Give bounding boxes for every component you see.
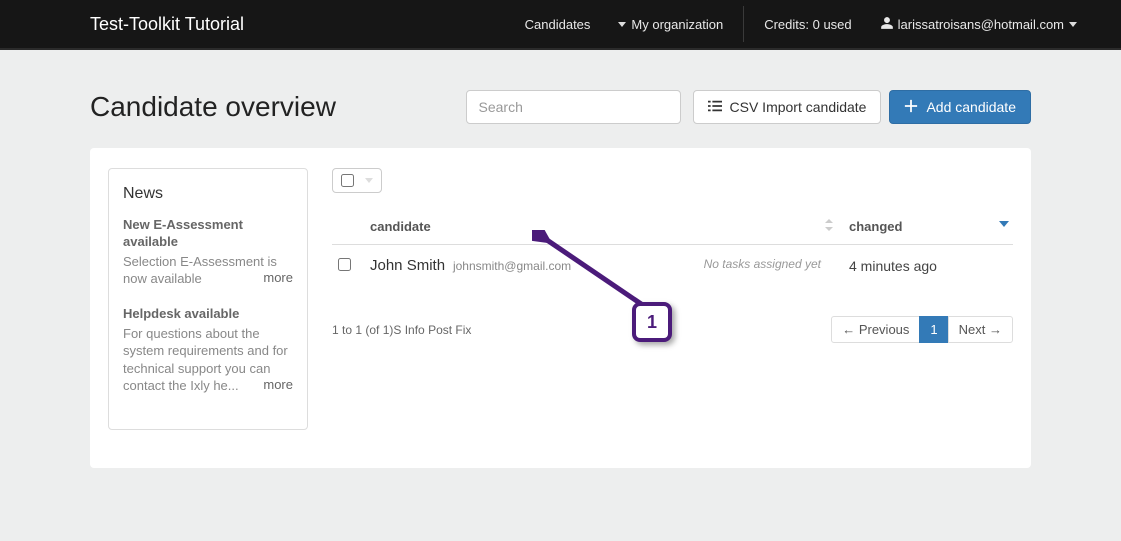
row-checkbox[interactable] <box>338 258 351 271</box>
footer-suffix: S Info Post Fix <box>393 323 471 337</box>
list-icon <box>708 99 730 116</box>
news-box: News New E-Assessment available Selectio… <box>108 168 308 430</box>
candidate-changed: 4 minutes ago <box>843 245 1013 287</box>
pager-page-1[interactable]: 1 <box>919 316 948 343</box>
sort-icon <box>825 219 833 231</box>
main-panel: News New E-Assessment available Selectio… <box>90 148 1031 468</box>
brand-title: Test-Toolkit Tutorial <box>90 14 244 35</box>
nav-candidates[interactable]: Candidates <box>511 0 605 49</box>
nav-my-organization[interactable]: My organization <box>604 0 737 49</box>
bulk-select-dropdown[interactable] <box>332 168 382 193</box>
pager-next[interactable]: Next → <box>948 316 1013 343</box>
table-footer: 1 to 1 (of 1) S Info Post Fix ← Previous… <box>332 316 1013 343</box>
caret-down-icon <box>365 178 373 183</box>
candidate-name: John Smith <box>370 257 445 274</box>
nav-credits[interactable]: Credits: 0 used <box>750 0 865 49</box>
col-candidate-header[interactable]: candidate <box>364 211 843 245</box>
news-item-title: New E-Assessment available <box>123 217 293 251</box>
user-icon <box>880 16 898 33</box>
news-item-more-link[interactable]: more <box>263 377 293 392</box>
news-item: New E-Assessment available Selection E-A… <box>123 217 293 288</box>
news-item-title: Helpdesk available <box>123 306 293 323</box>
plus-icon <box>904 99 926 116</box>
csv-import-button[interactable]: CSV Import candidate <box>693 90 882 124</box>
pager: ← Previous 1 Next → <box>831 316 1013 343</box>
add-candidate-label: Add candidate <box>926 99 1016 115</box>
top-navbar: Test-Toolkit Tutorial Candidates My orga… <box>0 0 1121 50</box>
candidates-table: candidate changed <box>332 211 1013 286</box>
bulk-select-checkbox[interactable] <box>341 174 354 187</box>
news-heading: News <box>123 185 293 203</box>
nav-user-menu[interactable]: larissatroisans@hotmail.com <box>866 0 1091 49</box>
nav-user-email: larissatroisans@hotmail.com <box>898 17 1064 32</box>
news-item-body: Selection E-Assessment is now available <box>123 254 277 287</box>
page-body: Candidate overview CSV Import candidate … <box>0 50 1121 468</box>
page-title: Candidate overview <box>90 91 336 123</box>
news-item-more-link[interactable]: more <box>263 270 293 285</box>
add-candidate-button[interactable]: Add candidate <box>889 90 1031 124</box>
candidate-tasks-status: No tasks assigned yet <box>704 257 837 271</box>
nav-separator <box>743 6 744 42</box>
nav-my-org-label: My organization <box>631 17 723 32</box>
caret-down-icon <box>618 22 626 27</box>
filter-caret-icon <box>999 221 1009 227</box>
caret-down-icon <box>1069 22 1077 27</box>
table-area: candidate changed <box>332 168 1013 440</box>
col-checkbox-header <box>332 211 364 245</box>
col-changed-header[interactable]: changed <box>843 211 1013 245</box>
page-header: Candidate overview CSV Import candidate … <box>90 90 1031 124</box>
csv-import-label: CSV Import candidate <box>730 99 867 115</box>
footer-count: 1 to 1 (of 1) <box>332 323 393 337</box>
nav-candidates-label: Candidates <box>525 17 591 32</box>
nav-credits-label: Credits: 0 used <box>764 17 851 32</box>
search-input[interactable] <box>466 90 681 124</box>
candidate-email: johnsmith@gmail.com <box>453 259 571 273</box>
pager-prev[interactable]: ← Previous <box>831 316 920 343</box>
table-row[interactable]: John Smith johnsmith@gmail.com No tasks … <box>332 245 1013 287</box>
news-item: Helpdesk available For questions about t… <box>123 306 293 395</box>
